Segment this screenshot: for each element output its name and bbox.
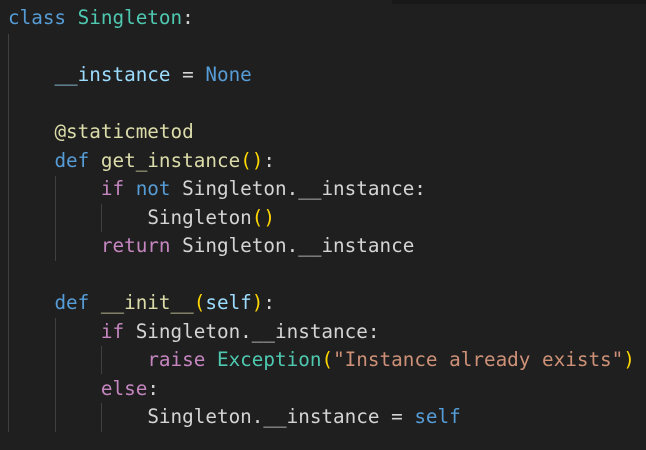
operator-token: =: [170, 63, 206, 86]
call-token: Singleton: [147, 206, 252, 229]
bracket-token: (): [251, 206, 276, 229]
control-keyword-token: if: [100, 320, 125, 343]
control-keyword-token: return: [100, 234, 171, 257]
keyword-token: def: [54, 291, 90, 314]
class-name-token: Exception: [216, 348, 322, 371]
code-line-15[interactable]: Singleton.__instance = self: [8, 403, 461, 432]
self-token: self: [414, 405, 461, 428]
bracket-token: (: [321, 348, 334, 371]
code-line-5[interactable]: @staticmetod: [8, 118, 194, 147]
function-name-token: get_instance: [100, 149, 241, 172]
punctuation-token: :: [263, 149, 276, 172]
keyword-token: class: [8, 6, 67, 29]
constant-token: None: [205, 63, 252, 86]
bracket-token: ): [623, 348, 635, 371]
expression-token: Singleton.__instance: [170, 234, 415, 257]
keyword-token: def: [54, 149, 90, 172]
expression-token: Singleton.__instance:: [170, 177, 426, 200]
code-line-9[interactable]: return Singleton.__instance: [8, 232, 414, 261]
code-editor[interactable]: class Singleton: __instance = None @stat…: [0, 0, 646, 450]
code-line-7[interactable]: if not Singleton.__instance:: [8, 175, 426, 204]
punctuation-token: :: [263, 291, 276, 314]
control-keyword-token: else: [100, 377, 148, 400]
expression-token: Singleton.__instance =: [147, 405, 415, 428]
expression-token: Singleton.__instance:: [124, 320, 380, 343]
class-name-token: Singleton: [77, 6, 183, 29]
code-line-11[interactable]: def __init__(self):: [8, 289, 275, 318]
punctuation-token: :: [182, 6, 194, 29]
editor-top-strip-segment: [392, 0, 646, 4]
code-line-12[interactable]: if Singleton.__instance:: [8, 318, 380, 347]
attribute-token: __instance: [54, 63, 171, 86]
punctuation-token: :: [147, 377, 159, 400]
code-line-13[interactable]: raise Exception("Instance already exists…: [8, 346, 635, 375]
code-line-6[interactable]: def get_instance():: [8, 147, 275, 176]
parameter-token: self: [205, 291, 252, 314]
bracket-token: ): [251, 291, 264, 314]
control-keyword-token: if: [100, 177, 125, 200]
decorator-token: @staticmetod: [54, 120, 194, 143]
code-line-8[interactable]: Singleton(): [8, 204, 275, 233]
code-line-1[interactable]: class Singleton:: [8, 4, 194, 33]
code-line-14[interactable]: else:: [8, 375, 159, 404]
code-line-3[interactable]: __instance = None: [8, 61, 252, 90]
control-keyword-token: raise: [147, 348, 206, 371]
bracket-token: (): [240, 149, 264, 172]
string-token: "Instance already exists": [333, 348, 624, 371]
keyword-token: not: [135, 177, 171, 200]
bracket-token: (: [193, 291, 206, 314]
function-name-token: __init__: [100, 291, 194, 314]
